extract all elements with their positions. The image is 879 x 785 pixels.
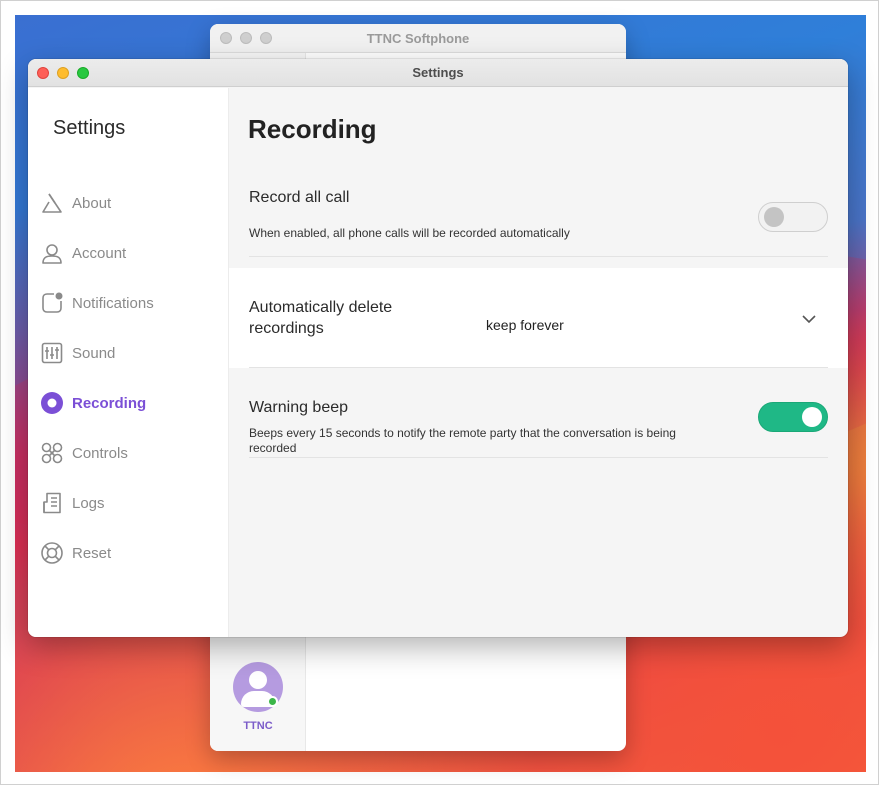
chevron-down-icon[interactable] [800,310,818,328]
warning-beep-title: Warning beep [249,399,349,416]
auto-delete-row: Automatically delete recordings keep for… [249,268,828,368]
softphone-zoom-button[interactable] [260,32,272,44]
record-all-row: Record all call When enabled, all phone … [249,178,828,257]
logs-icon [40,491,64,515]
sidebar-item-controls[interactable]: Controls [28,428,229,478]
sidebar-item-label: Reset [72,544,112,562]
softphone-window-title: TTNC Softphone [366,30,470,46]
window-title: Settings [412,65,464,80]
auto-delete-title: Automatically delete recordings [249,299,393,337]
softphone-minimize-button[interactable] [240,32,252,44]
toggle-knob [764,207,784,227]
auto-delete-select[interactable]: keep forever [486,317,564,333]
controls-icon [40,441,64,465]
presence-indicator [267,696,278,707]
sidebar-item-label: Logs [72,494,105,512]
sidebar-item-reset[interactable]: Reset [28,528,229,578]
sound-icon [40,341,64,365]
recording-icon [40,391,64,415]
account-icon [40,241,64,265]
sidebar-item-label: Recording [72,394,147,412]
sidebar-item-sound[interactable]: Sound [28,328,229,378]
screenshot-frame: TTNC Softphone TTNC Settings Settings Ab… [0,0,879,785]
reset-icon [40,541,64,565]
softphone-close-button[interactable] [220,32,232,44]
warning-beep-row: Warning beep Beeps every 15 seconds to n… [249,368,828,458]
warning-beep-description: Beeps every 15 seconds to notify the rem… [249,426,676,455]
record-all-description: When enabled, all phone calls will be re… [249,226,570,240]
auto-delete-setting: Automatically delete recordings keep for… [229,268,848,368]
sidebar-item-label: Sound [72,344,116,362]
settings-content: Recording Record all call When enabled, … [229,88,848,637]
softphone-window-controls [220,32,272,44]
sidebar-item-recording[interactable]: Recording [28,378,229,428]
warning-beep-setting: Warning beep Beeps every 15 seconds to n… [229,368,848,458]
sidebar-item-label: Notifications [72,294,154,312]
softphone-titlebar: TTNC Softphone [210,24,626,53]
sidebar-item-about[interactable]: About [28,178,229,228]
user-name: TTNC [243,720,273,732]
record-all-setting: Record all call When enabled, all phone … [229,178,848,257]
sidebar-title: Settings [53,117,126,139]
sidebar-item-notifications[interactable]: Notifications [28,278,229,328]
settings-titlebar: Settings [28,59,848,87]
settings-nav: About Account Notifications Sound Record… [28,178,229,578]
about-icon [40,191,64,215]
avatar-head-shape [249,671,267,689]
warning-beep-toggle[interactable] [758,402,828,432]
page-title: Recording [248,114,377,144]
notifications-icon [40,291,64,315]
toggle-knob [802,407,822,427]
sidebar-item-logs[interactable]: Logs [28,478,229,528]
sidebar-item-label: Controls [72,444,128,462]
record-all-toggle[interactable] [758,202,828,232]
sidebar-item-label: About [72,194,112,212]
record-all-title: Record all call [249,189,350,206]
settings-window: Settings Settings About Account Notifica… [28,59,848,637]
sidebar-item-label: Account [72,244,127,262]
settings-sidebar: Settings About Account Notifications Sou… [28,88,229,637]
sidebar-item-account[interactable]: Account [28,228,229,278]
